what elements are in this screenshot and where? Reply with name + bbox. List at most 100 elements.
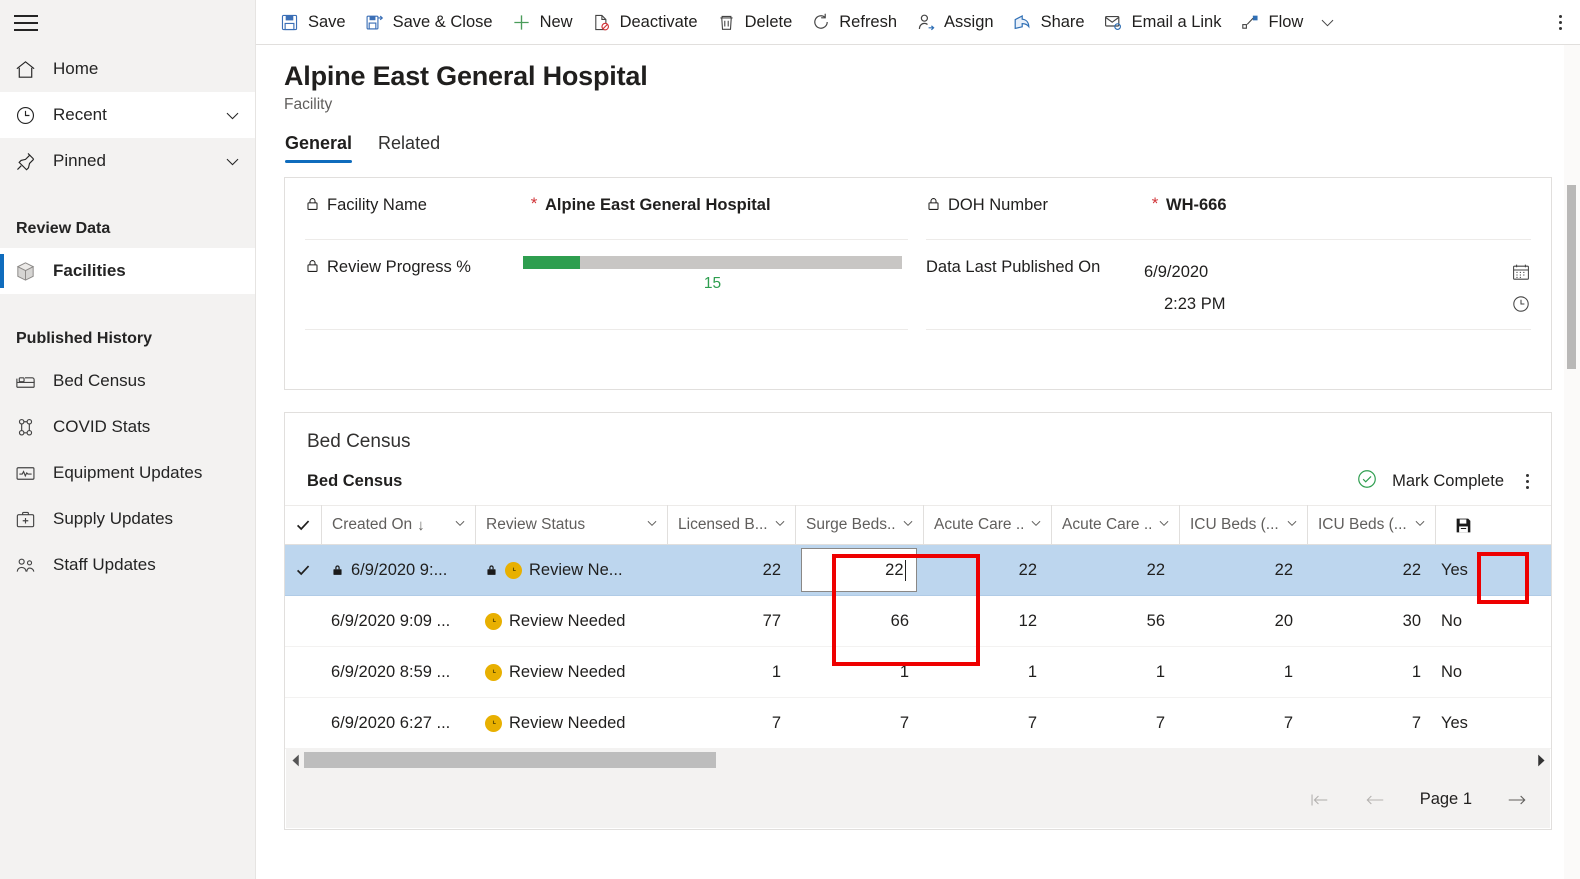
flow-button[interactable]: Flow [1230,0,1312,44]
mark-complete-button[interactable]: Mark Complete [1356,468,1504,495]
flow-chevron-down-icon[interactable] [1312,0,1343,44]
delete-button[interactable]: Delete [707,0,802,44]
cell-licensed-beds[interactable]: 22 [667,545,795,596]
row-select-checkbox[interactable] [285,647,321,698]
sidebar-item-home[interactable]: Home [0,46,255,92]
cell-licensed-beds[interactable]: 77 [667,596,795,647]
grid-save-button[interactable] [1435,505,1491,545]
refresh-button[interactable]: Refresh [801,0,906,44]
cell-icu-beds-2[interactable]: 1 [1307,647,1435,698]
cell-surge-beds[interactable]: 1 [795,647,923,698]
grid-horizontal-scrollbar[interactable] [286,749,1550,771]
hamburger-menu-icon[interactable] [14,13,40,33]
column-header-icu-beds-1[interactable]: ICU Beds (... [1179,505,1307,545]
sidebar-item-facilities[interactable]: Facilities [0,248,255,294]
table-row[interactable]: 6/9/2020 9:09 ... Review Needed 77 66 12… [285,596,1551,647]
chevron-down-icon[interactable] [221,104,243,126]
sidebar-item-bed-census[interactable]: Bed Census [0,358,255,404]
save-button[interactable]: Save [270,0,355,44]
deactivate-button[interactable]: Deactivate [582,0,707,44]
assign-button[interactable]: Assign [906,0,1003,44]
save-and-close-button[interactable]: Save & Close [355,0,502,44]
cell-acute-care-1[interactable]: 12 [923,596,1051,647]
previous-page-button[interactable] [1364,789,1386,811]
published-time-value[interactable]: 2:23 PM [1144,295,1503,314]
table-row[interactable]: 6/9/2020 9:... Review Ne... 22 22 22 22 … [285,545,1551,596]
chevron-down-icon[interactable] [1157,516,1171,535]
cell-surge-beds-editor[interactable]: 22 [795,545,923,596]
first-page-button[interactable] [1308,789,1330,811]
grid-overflow-button[interactable] [1520,474,1535,489]
chevron-down-icon[interactable] [221,150,243,172]
cell-last-column[interactable]: Yes [1435,545,1491,596]
column-header-surge-beds[interactable]: Surge Beds... [795,505,923,545]
cell-icu-beds-2[interactable]: 22 [1307,545,1435,596]
row-select-checkbox[interactable] [285,698,321,749]
chevron-down-icon[interactable] [1029,516,1043,535]
email-a-link-button[interactable]: Email a Link [1094,0,1231,44]
cell-created-on[interactable]: 6/9/2020 9:... [321,545,475,596]
cell-review-status[interactable]: Review Needed [475,647,667,698]
cell-icu-beds-1[interactable]: 1 [1179,647,1307,698]
surge-beds-input[interactable]: 22 [801,548,917,592]
cell-acute-care-1[interactable]: 22 [923,545,1051,596]
cell-icu-beds-1[interactable]: 20 [1179,596,1307,647]
clock-icon[interactable] [1503,294,1531,314]
share-button[interactable]: Share [1003,0,1094,44]
cell-acute-care-1[interactable]: 1 [923,647,1051,698]
column-header-select-all[interactable] [285,505,321,545]
cell-acute-care-2[interactable]: 22 [1051,545,1179,596]
sidebar-item-equipment-updates[interactable]: Equipment Updates [0,450,255,496]
chevron-down-icon[interactable] [1413,516,1427,535]
cell-review-status[interactable]: Review Ne... [475,545,667,596]
tab-general[interactable]: General [285,133,353,163]
sidebar-item-staff-updates[interactable]: Staff Updates [0,542,255,588]
chevron-down-icon[interactable] [1285,516,1299,535]
cell-created-on[interactable]: 6/9/2020 8:59 ... [321,647,475,698]
cell-licensed-beds[interactable]: 1 [667,647,795,698]
cell-last-column[interactable]: No [1435,647,1491,698]
cell-last-column[interactable]: No [1435,596,1491,647]
cell-icu-beds-1[interactable]: 22 [1179,545,1307,596]
table-row[interactable]: 6/9/2020 8:59 ... Review Needed 1 1 1 1 … [285,647,1551,698]
page-scrollbar[interactable] [1564,45,1580,879]
chevron-down-icon[interactable] [901,516,915,535]
cell-icu-beds-2[interactable]: 7 [1307,698,1435,749]
column-header-acute-care-2[interactable]: Acute Care ... [1051,505,1179,545]
next-page-button[interactable] [1506,789,1528,811]
cell-review-status[interactable]: Review Needed [475,698,667,749]
sidebar-item-recent[interactable]: Recent [0,92,255,138]
cell-created-on[interactable]: 6/9/2020 9:09 ... [321,596,475,647]
row-select-checkbox[interactable] [285,596,321,647]
scrollbar-thumb[interactable] [304,752,716,768]
sidebar-item-pinned[interactable]: Pinned [0,138,255,184]
cell-licensed-beds[interactable]: 7 [667,698,795,749]
chevron-down-icon[interactable] [645,516,659,535]
column-header-review-status[interactable]: Review Status [475,505,667,545]
sidebar-item-supply-updates[interactable]: Supply Updates [0,496,255,542]
column-header-acute-care-1[interactable]: Acute Care ... [923,505,1051,545]
published-date-value[interactable]: 6/9/2020 [1144,263,1503,282]
new-button[interactable]: New [502,0,582,44]
scroll-left-arrow-icon[interactable] [286,754,304,767]
command-bar-overflow-button[interactable] [1549,0,1580,44]
cell-acute-care-2[interactable]: 7 [1051,698,1179,749]
tab-related[interactable]: Related [378,133,440,163]
table-row[interactable]: 6/9/2020 6:27 ... Review Needed 7 7 7 7 … [285,698,1551,749]
column-header-licensed-beds[interactable]: Licensed B... [667,505,795,545]
chevron-down-icon[interactable] [453,516,467,535]
cell-surge-beds[interactable]: 7 [795,698,923,749]
column-header-icu-beds-2[interactable]: ICU Beds (... [1307,505,1435,545]
row-select-checkbox[interactable] [285,545,321,596]
column-header-created-on[interactable]: Created On ↓ [321,505,475,545]
scrollbar-track[interactable] [304,749,1532,771]
scroll-right-arrow-icon[interactable] [1532,754,1550,767]
calendar-icon[interactable] [1503,262,1531,282]
page-scrollbar-thumb[interactable] [1567,185,1576,369]
cell-surge-beds[interactable]: 66 [795,596,923,647]
cell-acute-care-2[interactable]: 1 [1051,647,1179,698]
cell-icu-beds-1[interactable]: 7 [1179,698,1307,749]
cell-created-on[interactable]: 6/9/2020 6:27 ... [321,698,475,749]
cell-acute-care-2[interactable]: 56 [1051,596,1179,647]
cell-review-status[interactable]: Review Needed [475,596,667,647]
